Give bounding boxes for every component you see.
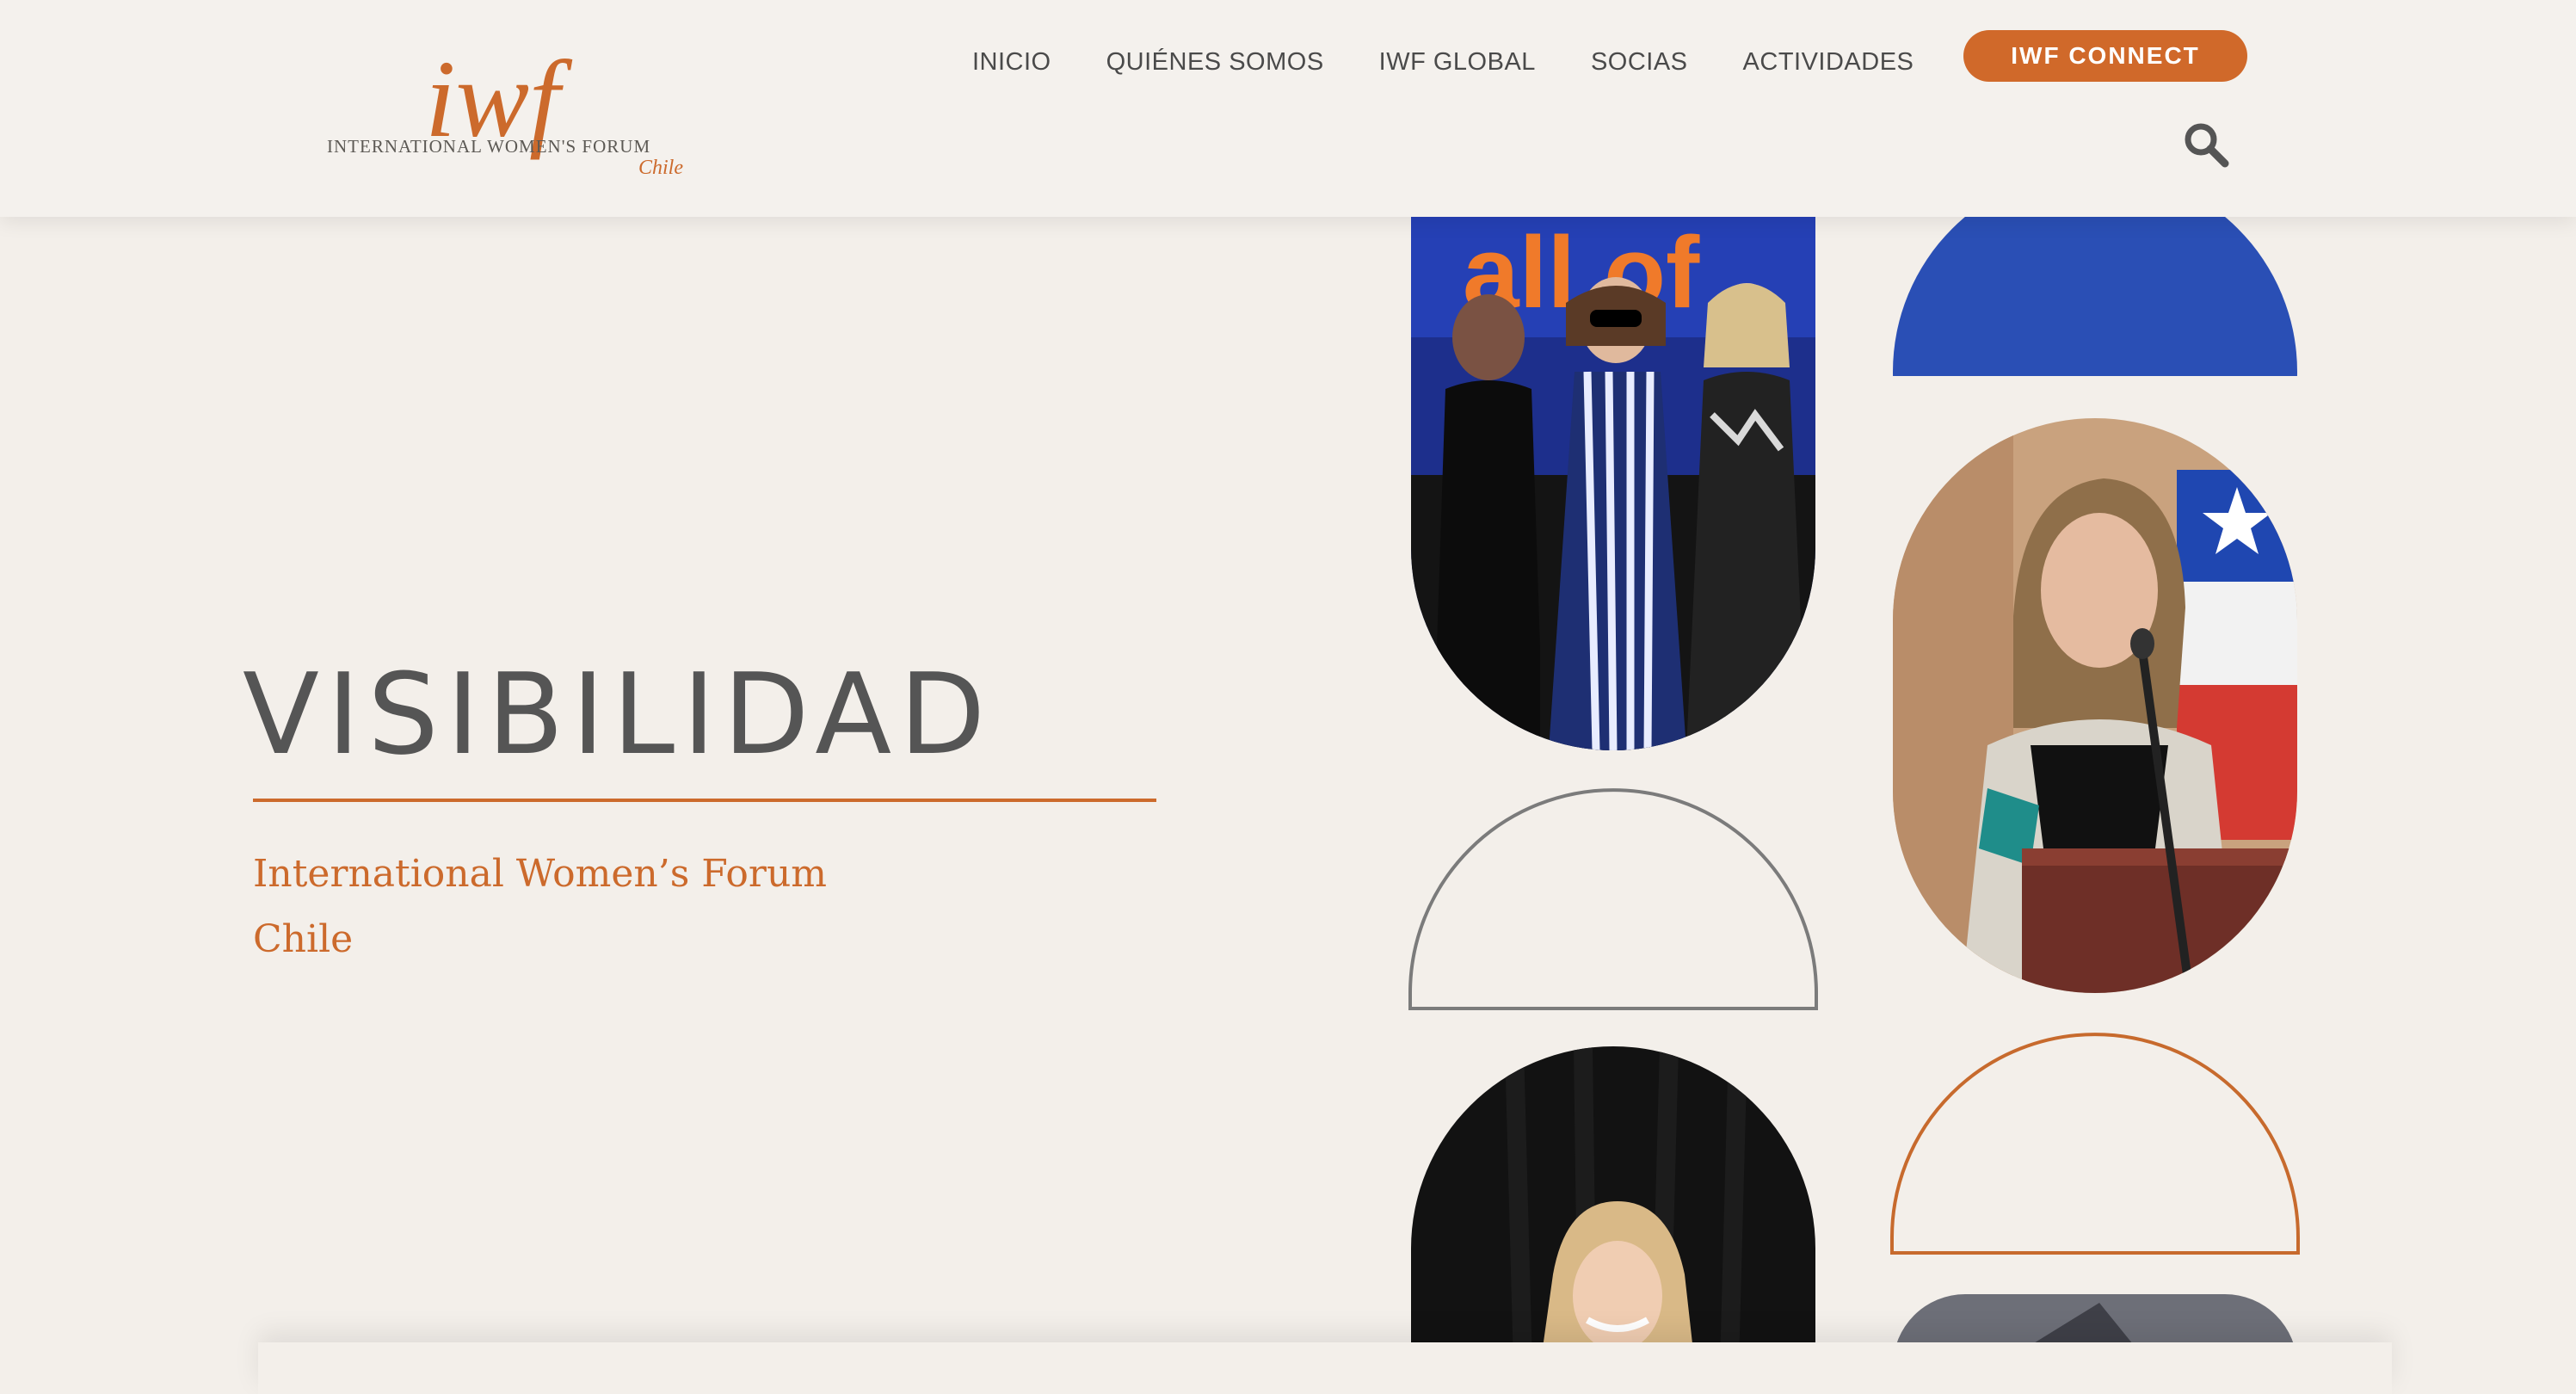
title-divider [253, 799, 1156, 802]
nav-item-socias[interactable]: SOCIAS [1591, 45, 1688, 79]
subtitle-line-2: Chile [253, 917, 354, 961]
photo-gala-women: all of [1411, 217, 1815, 750]
subtitle-line-1: International Women’s Forum [253, 852, 828, 896]
nav-item-actividades[interactable]: ACTIVIDADES [1743, 45, 1914, 79]
decorative-arch-outline [1408, 788, 1818, 1010]
decorative-arch-orange [1890, 1033, 2300, 1255]
page-subtitle: International Women’s Forum Chile [253, 842, 827, 972]
nav-item-inicio[interactable]: INICIO [972, 45, 1051, 79]
nav-item-iwf-global[interactable]: IWF GLOBAL [1379, 45, 1536, 79]
logo-wordmark: INTERNATIONAL WOMEN'S FORUM [327, 136, 651, 157]
photo-speaker-podium [1893, 418, 2297, 993]
content-card-edge [258, 1342, 2392, 1394]
site-header: iwf INTERNATIONAL WOMEN'S FORUM Chile IN… [0, 0, 2576, 217]
page-title: VISIBILIDAD [243, 649, 994, 780]
photo-speaker-smiling [1411, 1046, 1815, 1366]
logo-region: Chile [638, 157, 683, 179]
hero-section: iwf INTERNATIONAL WOMEN'S FORUM Chile IN… [0, 0, 2576, 1394]
search-icon[interactable] [2182, 120, 2230, 169]
iwf-logo[interactable]: iwf INTERNATIONAL WOMEN'S FORUM Chile [325, 34, 695, 185]
decorative-arch-blue [1893, 217, 2297, 376]
nav-item-quienes-somos[interactable]: QUIÉNES SOMOS [1106, 45, 1324, 79]
iwf-connect-button[interactable]: IWF CONNECT [1963, 30, 2247, 82]
main-nav: INICIO QUIÉNES SOMOS IWF GLOBAL SOCIAS A… [972, 45, 1914, 79]
